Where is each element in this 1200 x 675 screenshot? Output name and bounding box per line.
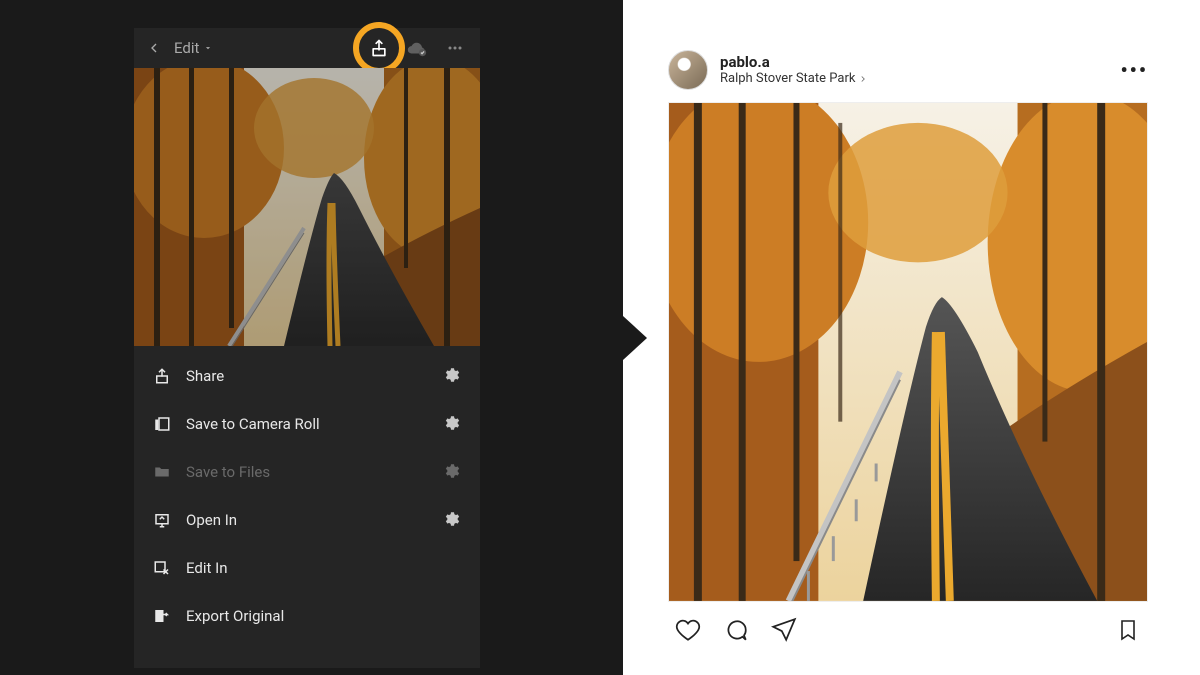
menu-label: Share bbox=[186, 367, 428, 385]
gear-icon[interactable] bbox=[442, 366, 462, 386]
bookmark-button[interactable] bbox=[1114, 616, 1142, 644]
bookmark-icon bbox=[1116, 618, 1140, 642]
location-link[interactable]: Ralph Stover State Park bbox=[720, 71, 868, 87]
cloud-check-icon bbox=[406, 37, 428, 59]
back-button[interactable] bbox=[142, 36, 166, 60]
menu-label: Save to Camera Roll bbox=[186, 415, 428, 433]
post-more-button[interactable]: ••• bbox=[1120, 58, 1148, 82]
more-horizontal-icon bbox=[445, 38, 465, 58]
send-button[interactable] bbox=[770, 616, 798, 644]
gear-icon[interactable] bbox=[442, 414, 462, 434]
send-icon bbox=[771, 617, 797, 643]
avatar[interactable] bbox=[668, 50, 708, 90]
photo-preview[interactable] bbox=[134, 68, 480, 346]
location-text: Ralph Stover State Park bbox=[720, 71, 855, 87]
chevron-right-icon bbox=[858, 74, 868, 84]
instagram-panel: pablo.a Ralph Stover State Park ••• bbox=[623, 0, 1200, 675]
autumn-road-scene bbox=[134, 68, 480, 346]
edit-in-icon bbox=[152, 558, 172, 578]
menu-label: Open In bbox=[186, 511, 428, 529]
gear-icon bbox=[442, 462, 462, 482]
menu-item-open-in[interactable]: Open In bbox=[134, 496, 480, 544]
gear-icon[interactable] bbox=[442, 510, 462, 530]
autumn-road-scene bbox=[669, 103, 1147, 601]
menu-item-share[interactable]: Share bbox=[134, 352, 480, 400]
share-button[interactable] bbox=[362, 31, 396, 65]
menu-item-save-files: Save to Files bbox=[134, 448, 480, 496]
camera-roll-icon bbox=[152, 414, 172, 434]
like-button[interactable] bbox=[674, 616, 702, 644]
username[interactable]: pablo.a bbox=[720, 53, 868, 71]
chevron-down-icon bbox=[203, 43, 213, 53]
menu-label: Save to Files bbox=[186, 463, 428, 481]
share-menu: Share Save to Camera Roll Save to Files … bbox=[134, 346, 480, 646]
post-actions bbox=[668, 602, 1148, 644]
mode-dropdown[interactable]: Edit bbox=[174, 39, 213, 57]
heart-icon bbox=[675, 617, 701, 643]
menu-label: Export Original bbox=[186, 607, 462, 625]
flow-arrow-icon bbox=[623, 316, 647, 360]
menu-label: Edit In bbox=[186, 559, 462, 577]
share-icon bbox=[152, 366, 172, 386]
post-image[interactable] bbox=[668, 102, 1148, 602]
post-header: pablo.a Ralph Stover State Park ••• bbox=[668, 50, 1148, 90]
mobile-app-frame: Edit bbox=[134, 28, 480, 668]
instagram-post: pablo.a Ralph Stover State Park ••• bbox=[668, 50, 1148, 644]
app-toolbar: Edit bbox=[134, 28, 480, 68]
comment-button[interactable] bbox=[722, 616, 750, 644]
comment-icon bbox=[723, 617, 749, 643]
menu-item-export-original[interactable]: Export Original bbox=[134, 592, 480, 640]
lightroom-panel: Edit bbox=[0, 0, 623, 675]
menu-item-camera-roll[interactable]: Save to Camera Roll bbox=[134, 400, 480, 448]
more-button[interactable] bbox=[438, 31, 472, 65]
share-icon bbox=[369, 38, 389, 58]
cloud-sync-button[interactable] bbox=[400, 31, 434, 65]
menu-item-edit-in[interactable]: Edit In bbox=[134, 544, 480, 592]
export-icon bbox=[152, 606, 172, 626]
mode-label: Edit bbox=[174, 39, 199, 57]
folder-icon bbox=[152, 462, 172, 482]
open-in-icon bbox=[152, 510, 172, 530]
